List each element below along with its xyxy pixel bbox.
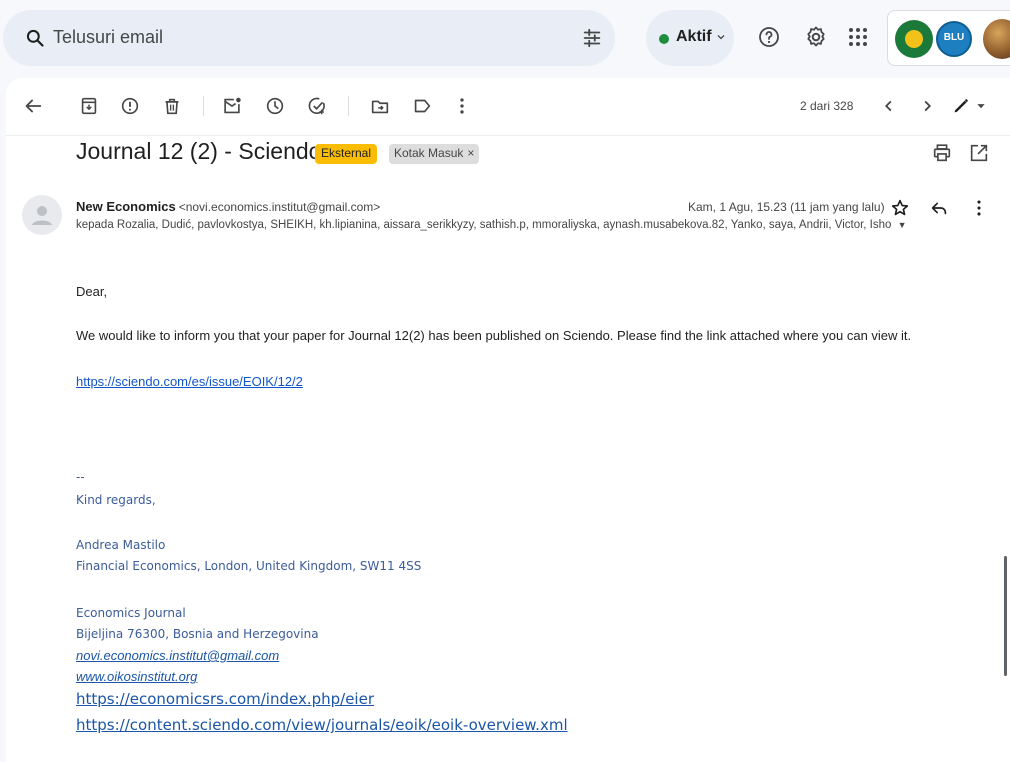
- delete-icon[interactable]: [161, 95, 183, 117]
- scrollbar[interactable]: [1001, 136, 1010, 762]
- sender-avatar[interactable]: [22, 195, 62, 235]
- signature-name: Andrea Mastilo: [76, 538, 166, 552]
- issue-link[interactable]: https://sciendo.com/es/issue/EOIK/12/2: [76, 374, 303, 389]
- account-switcher[interactable]: BLU: [887, 10, 1010, 66]
- report-spam-icon[interactable]: [119, 95, 141, 117]
- search-bar[interactable]: Telusuri email: [3, 10, 615, 66]
- blu-logo: BLU: [936, 21, 972, 57]
- signature-regards: Kind regards,: [76, 493, 156, 507]
- signature-web-link[interactable]: www.oikosinstitut.org: [76, 669, 197, 684]
- move-to-icon[interactable]: [369, 95, 391, 117]
- journal-url-link[interactable]: https://economicsrs.com/index.php/eier: [76, 690, 374, 708]
- sender-line: New Economics <novi.economics.institut@gm…: [76, 199, 380, 214]
- next-email-icon[interactable]: [916, 95, 938, 117]
- star-icon[interactable]: [889, 197, 911, 219]
- subject-row: Journal 12 (2) - Sciendo Eksternal Kotak…: [6, 136, 1010, 178]
- signature-address: Financial Economics, London, United King…: [76, 559, 422, 573]
- toolbar-divider: [348, 96, 349, 116]
- reply-icon[interactable]: [928, 197, 950, 219]
- archive-icon[interactable]: [78, 95, 100, 117]
- search-icon[interactable]: [25, 28, 45, 48]
- organization-logo: [895, 20, 933, 58]
- sciendo-overview-link[interactable]: https://content.sciendo.com/view/journal…: [76, 716, 568, 734]
- inbox-label-text: Kotak Masuk: [394, 146, 464, 160]
- body-paragraph: We would like to inform you that your pa…: [76, 328, 912, 343]
- search-input[interactable]: Telusuri email: [53, 27, 163, 48]
- more-vert-icon[interactable]: [451, 95, 473, 117]
- status-dot: [659, 34, 669, 44]
- signature-separator: --: [76, 470, 85, 484]
- print-icon[interactable]: [931, 142, 953, 164]
- snooze-icon[interactable]: [264, 95, 286, 117]
- add-task-icon[interactable]: [306, 95, 328, 117]
- sender-email: <novi.economics.institut@gmail.com>: [178, 200, 381, 214]
- pagination-count: 2 dari 328: [800, 99, 854, 113]
- email-date: Kam, 1 Agu, 15.23 (11 jam yang lalu): [688, 200, 885, 214]
- status-label: Aktif: [676, 28, 712, 45]
- chevron-down-icon[interactable]: ▼: [898, 220, 907, 230]
- inbox-label-chip[interactable]: Kotak Masuk ×: [389, 144, 480, 164]
- more-options-icon[interactable]: [968, 197, 990, 219]
- chevron-down-icon[interactable]: [970, 95, 992, 117]
- edit-pen-icon[interactable]: [950, 95, 972, 117]
- back-arrow-icon[interactable]: [22, 95, 44, 117]
- previous-email-icon[interactable]: [878, 95, 900, 117]
- mark-unread-icon[interactable]: [221, 95, 243, 117]
- email-view-panel: 2 dari 328 Journal 12 (2) - Sciendo Ekst…: [6, 78, 1010, 762]
- signature-address-2: Bijeljina 76300, Bosnia and Herzegovina: [76, 627, 319, 641]
- sender-name[interactable]: New Economics: [76, 199, 176, 214]
- label-icon[interactable]: [411, 95, 433, 117]
- recipients-line[interactable]: kepada Rozalia, Dudić, pavlovkostya, SHE…: [76, 219, 946, 231]
- open-in-new-window-icon[interactable]: [968, 142, 990, 164]
- top-header: Telusuri email Aktif BLU: [0, 0, 1010, 76]
- status-selector[interactable]: Aktif: [646, 10, 734, 66]
- help-icon[interactable]: [757, 25, 781, 49]
- remove-label-icon[interactable]: ×: [467, 146, 474, 160]
- recipients-text: kepada Rozalia, Dudić, pavlovkostya, SHE…: [76, 219, 892, 231]
- toolbar-divider: [203, 96, 204, 116]
- email-subject: Journal 12 (2) - Sciendo: [76, 138, 322, 164]
- email-toolbar: 2 dari 328: [6, 78, 1010, 136]
- chevron-down-icon: [717, 35, 725, 40]
- apps-grid-icon[interactable]: [846, 25, 870, 49]
- external-badge: Eksternal: [315, 144, 378, 164]
- person-icon: [32, 206, 52, 225]
- scrollbar-thumb[interactable]: [1004, 556, 1007, 676]
- greeting: Dear,: [76, 284, 108, 299]
- tune-icon[interactable]: [581, 27, 603, 49]
- settings-icon[interactable]: [804, 25, 828, 49]
- signature-email-link[interactable]: novi.economics.institut@gmail.com: [76, 648, 279, 663]
- signature-organization: Economics Journal: [76, 606, 186, 620]
- avatar[interactable]: [983, 19, 1010, 59]
